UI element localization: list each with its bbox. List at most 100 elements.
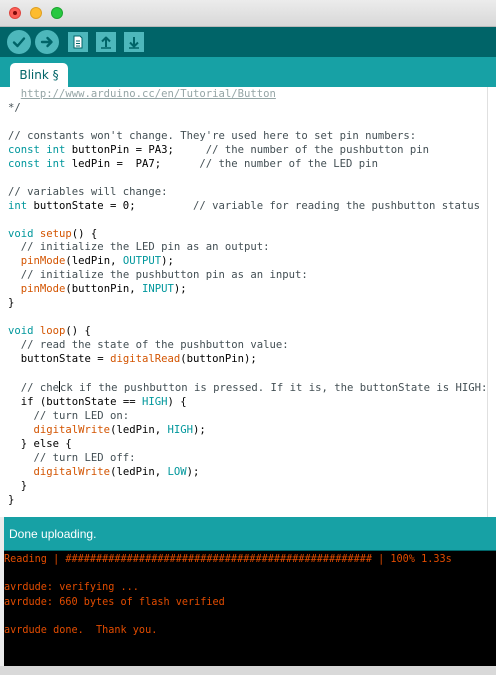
code-token: int (46, 143, 66, 156)
code-token: // read the state of the pushbutton valu… (20, 339, 289, 352)
check-icon (12, 37, 26, 48)
code-line: pinMode(buttonPin, INPUT); (8, 283, 187, 295)
code-token: } (8, 493, 15, 506)
save-button[interactable] (124, 32, 144, 52)
code-token: int (8, 199, 28, 212)
code-token: loop (39, 325, 66, 338)
code-line: const int buttonPin = PA3; // the number… (8, 144, 429, 156)
code-token: setup (39, 227, 72, 240)
code-line: } (8, 494, 14, 506)
code-line: // initialize the LED pin as an output: (8, 241, 270, 253)
minimize-window-button[interactable] (30, 7, 42, 19)
code-token: ) { (167, 395, 187, 408)
status-message: Done uploading. (9, 527, 97, 541)
code-token: } (8, 297, 15, 310)
code-line: // initialize the pushbutton pin as an i… (8, 269, 308, 281)
code-token: HIGH (141, 395, 168, 408)
code-line: buttonState = digitalRead(buttonPin); (8, 353, 257, 365)
code-token: // che (20, 382, 60, 395)
code-token: // initialize the pushbutton pin as an i… (20, 269, 308, 282)
code-token: () { (65, 325, 91, 338)
code-token: ck if the pushbutton is pressed. If it i… (60, 382, 488, 395)
code-token: void (8, 325, 34, 338)
tab-label: Blink § (19, 68, 59, 82)
code-token: ); (173, 283, 187, 296)
status-bar: Done uploading. (4, 517, 496, 550)
code-token: const (8, 157, 40, 170)
code-token: pinMode (20, 283, 66, 296)
code-token: HIGH (167, 423, 193, 436)
upload-button[interactable] (35, 30, 59, 54)
console-line: avrdude: 660 bytes of flash verified (4, 596, 225, 608)
code-token: if (20, 395, 34, 408)
open-button[interactable] (96, 32, 116, 52)
code-token: buttonState = (8, 353, 111, 366)
code-line: // variables will change: (8, 186, 167, 198)
tab-blink[interactable]: Blink § (10, 63, 68, 87)
code-token: digitalWrite (33, 423, 111, 436)
code-line: // check if the pushbutton is pressed. I… (8, 381, 488, 395)
tab-strip: Blink § (0, 57, 496, 87)
arrow-right-icon (40, 36, 53, 48)
code-token: (buttonPin); (180, 353, 257, 366)
code-line: void loop() { (8, 325, 91, 337)
code-line: void setup() { (8, 228, 97, 240)
code-editor[interactable]: http://www.arduino.cc/en/Tutorial/Button… (0, 87, 496, 517)
code-token: digitalRead (110, 353, 181, 366)
code-token: void (8, 227, 34, 240)
code-token: const (8, 143, 40, 156)
editor-scroll-edge (487, 87, 488, 517)
toolbar (0, 27, 496, 57)
code-token: // the number of the LED pin (199, 157, 378, 170)
code-token: int (46, 157, 66, 170)
code-line: int buttonState = 0; // variable for rea… (8, 200, 480, 212)
code-line: // turn LED off: (8, 452, 136, 464)
console-line: avrdude: verifying ... (4, 582, 139, 594)
code-token: } (8, 437, 34, 450)
code-token: // the number of the pushbutton pin (205, 143, 429, 156)
code-token: OUTPUT (122, 255, 162, 268)
code-token: INPUT (141, 283, 174, 296)
code-token: */ (8, 101, 21, 114)
code-token: else (33, 437, 60, 450)
code-token: (buttonPin, (65, 283, 142, 296)
code-text[interactable]: http://www.arduino.cc/en/Tutorial/Button… (8, 88, 487, 508)
code-token: ); (161, 255, 174, 268)
console-line: avrdude done. Thank you. (4, 625, 158, 636)
code-line: } else { (8, 438, 72, 450)
code-line: */ (8, 102, 21, 114)
new-sketch-button[interactable] (68, 32, 88, 52)
code-line: // turn LED on: (8, 410, 130, 422)
code-token: // variables will change: (8, 185, 168, 198)
code-token: (ledPin, (110, 465, 168, 478)
close-window-button[interactable] (9, 7, 21, 19)
code-line: } (8, 297, 14, 309)
console-output[interactable]: Reading | ##############################… (4, 551, 496, 666)
code-token: // turn LED off: (33, 451, 136, 464)
verify-button[interactable] (7, 30, 31, 54)
code-line: digitalWrite(ledPin, HIGH); (8, 424, 206, 436)
zoom-window-button[interactable] (51, 7, 63, 19)
code-token: pinMode (20, 255, 66, 268)
title-bar (0, 0, 496, 27)
code-token: } (8, 479, 28, 492)
code-line: if (buttonState == HIGH) { (8, 396, 187, 408)
arrow-up-icon (101, 36, 111, 49)
window-bottom-edge (0, 666, 496, 675)
code-token: buttonPin = PA3; (65, 143, 206, 156)
console-line: Reading | ##############################… (4, 554, 452, 565)
code-link[interactable]: http://www.arduino.cc/en/Tutorial/Button (21, 88, 276, 100)
code-token: // constants won't change. They're used … (8, 129, 417, 142)
code-line: } (8, 480, 27, 492)
code-line: // constants won't change. They're used … (8, 130, 416, 142)
code-line: const int ledPin = PA7; // the number of… (8, 158, 378, 170)
